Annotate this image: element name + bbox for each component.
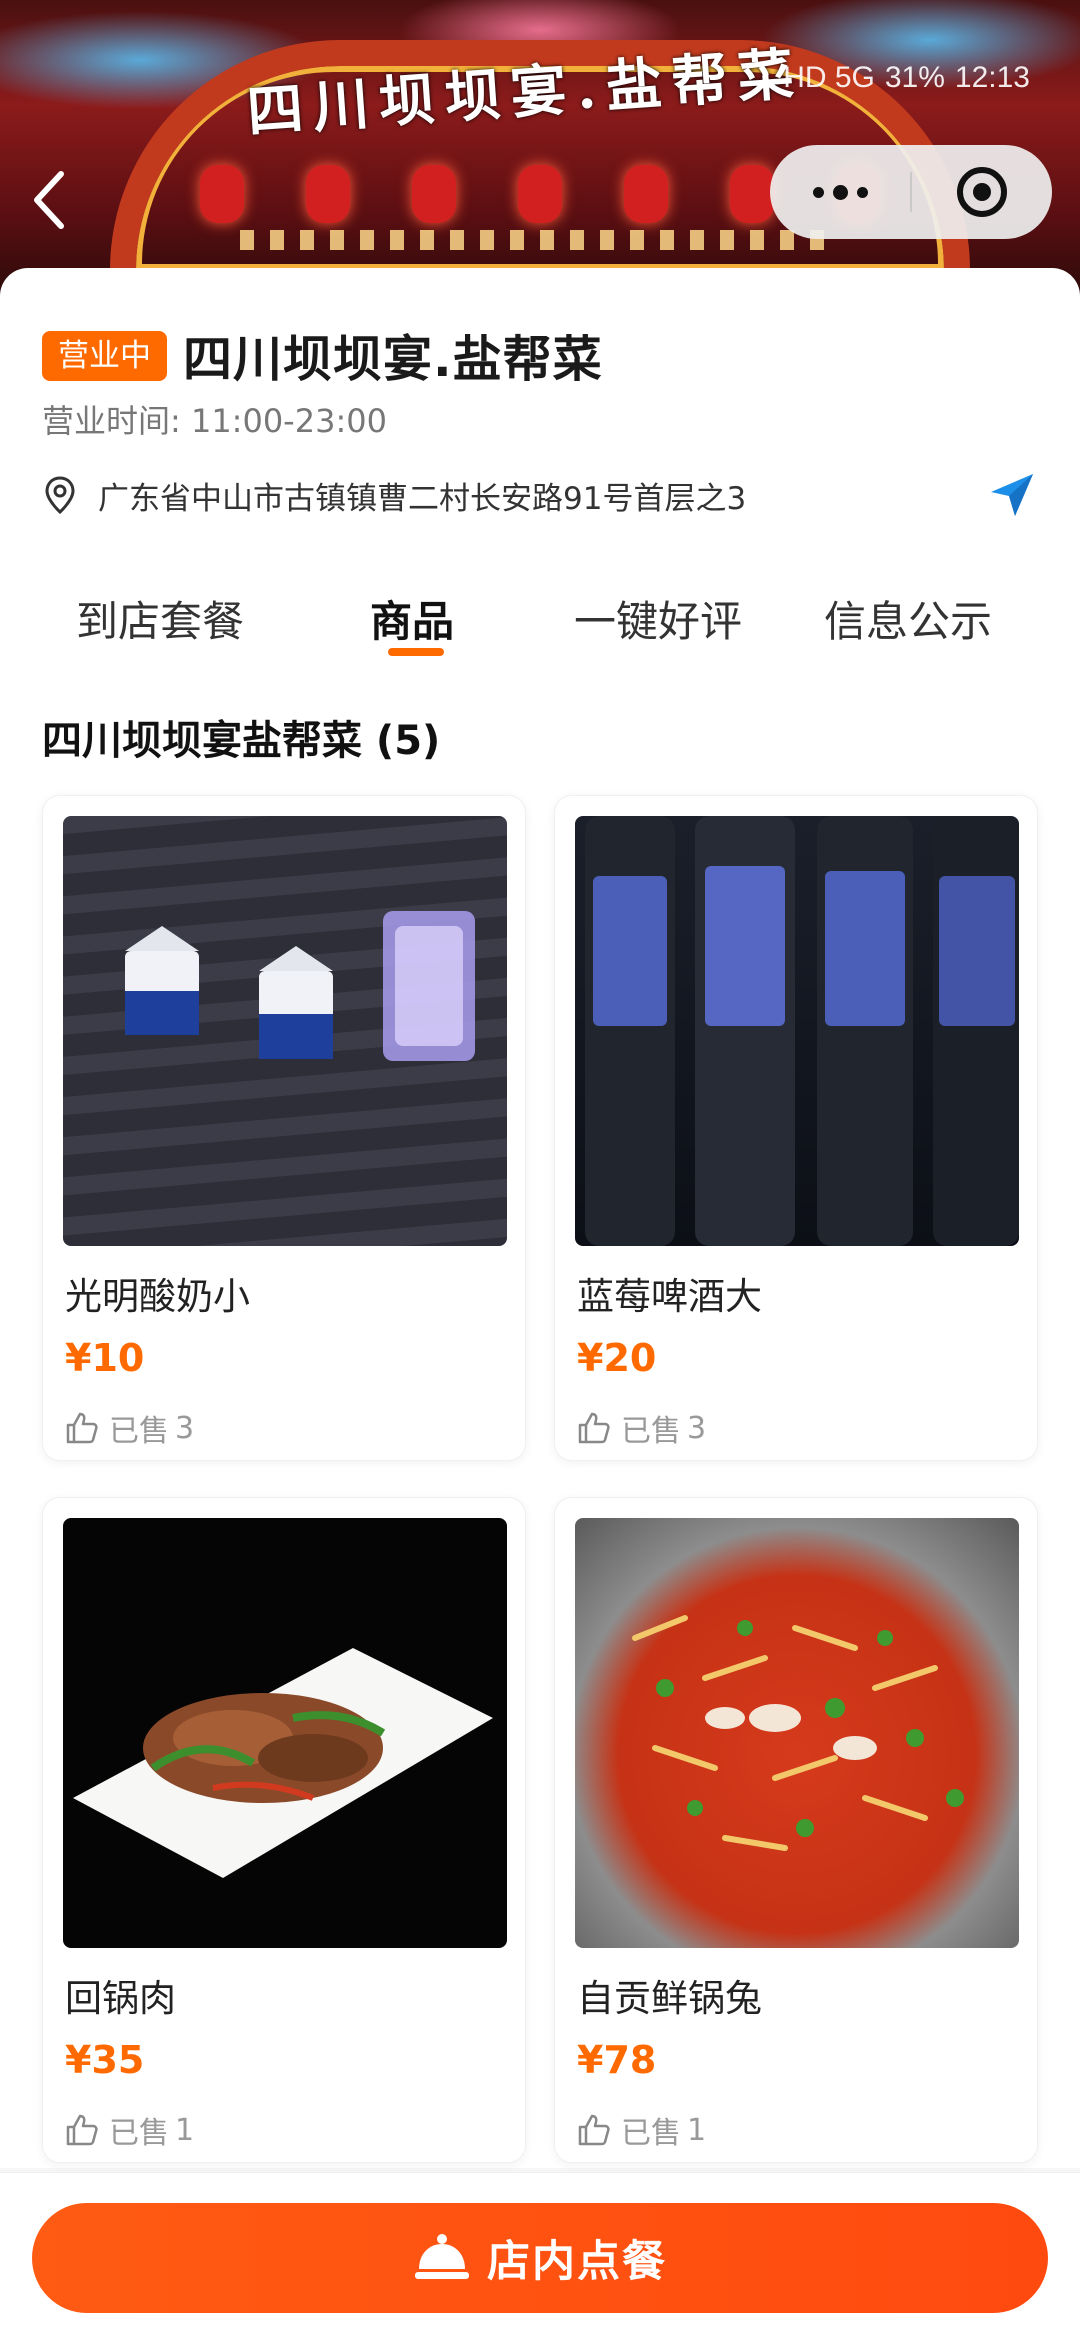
product-image <box>575 1518 1019 1948</box>
section-title: 四川坝坝宴盐帮菜 (5) <box>42 718 441 764</box>
close-miniapp-button[interactable] <box>912 145 1052 239</box>
product-card-rabbit[interactable]: 自贡鲜锅兔 ¥78 已售 1 <box>554 1497 1038 2163</box>
tab-review[interactable]: 一键好评 <box>574 568 742 668</box>
tab-info[interactable]: 信息公示 <box>824 568 992 668</box>
store-tabs: 到店套餐 商品 一键好评 信息公示 <box>0 568 1080 668</box>
store-address: 广东省中山市古镇镇曹二村长安路91号首层之3 <box>98 480 747 517</box>
store-name: 四川坝坝宴.盐帮菜 <box>183 331 603 388</box>
battery-level: 31% <box>884 61 945 94</box>
location-pin-icon <box>45 476 75 515</box>
chevron-left-icon <box>34 171 64 229</box>
network-indicator: HD 5G <box>783 61 875 94</box>
address-row[interactable]: 广东省中山市古镇镇曹二村长安路91号首层之3 <box>42 468 1042 522</box>
order-button-label: 店内点餐 <box>487 2237 667 2287</box>
product-card-pork[interactable]: 回锅肉 ¥35 已售 1 <box>42 1497 526 2163</box>
product-name: 蓝莓啤酒大 <box>577 1275 762 1318</box>
open-status-badge: 营业中 <box>42 330 167 381</box>
product-price: ¥10 <box>65 1336 145 1380</box>
target-icon <box>957 167 1007 217</box>
product-price: ¥78 <box>577 2038 657 2082</box>
product-card-yogurt[interactable]: 光明酸奶小 ¥10 已售 3 <box>42 795 526 1461</box>
thumbs-up-icon <box>578 1412 610 1444</box>
store-header: 营业中 四川坝坝宴.盐帮菜 <box>42 320 603 391</box>
dine-in-order-button[interactable]: 店内点餐 <box>32 2203 1048 2313</box>
sold-count: 已售 1 <box>577 2108 706 2152</box>
sold-count: 已售 1 <box>65 2108 194 2152</box>
navigate-button[interactable] <box>982 465 1042 525</box>
product-name: 回锅肉 <box>65 1977 176 2020</box>
product-image <box>63 1518 507 1948</box>
product-image <box>63 816 507 1246</box>
thumbs-up-icon <box>66 2114 98 2146</box>
bottom-action-bar: 店内点餐 <box>0 2172 1080 2340</box>
clock: 12:13 <box>954 61 1030 94</box>
thumbs-up-icon <box>66 1412 98 1444</box>
product-name: 自贡鲜锅兔 <box>577 1977 762 2020</box>
product-name: 光明酸奶小 <box>65 1275 250 1318</box>
product-price: ¥20 <box>577 1336 657 1380</box>
status-bar: HD 5G 31% 12:13 <box>783 58 1030 98</box>
product-image <box>575 816 1019 1246</box>
cloche-icon <box>415 2234 469 2279</box>
product-card-beer[interactable]: 蓝莓啤酒大 ¥20 已售 3 <box>554 795 1038 1461</box>
back-button[interactable] <box>14 160 84 240</box>
sold-count: 已售 3 <box>65 1406 194 1450</box>
business-hours: 营业时间: 11:00-23:00 <box>42 402 387 440</box>
sold-count: 已售 3 <box>577 1406 706 1450</box>
navigation-arrow-icon <box>991 474 1033 516</box>
product-price: ¥35 <box>65 2038 145 2082</box>
thumbs-up-icon <box>578 2114 610 2146</box>
active-tab-indicator <box>388 648 444 656</box>
banner-lights <box>240 230 840 250</box>
tab-package[interactable]: 到店套餐 <box>76 568 244 668</box>
more-menu-button[interactable] <box>770 145 910 239</box>
miniapp-capsule <box>770 145 1052 239</box>
